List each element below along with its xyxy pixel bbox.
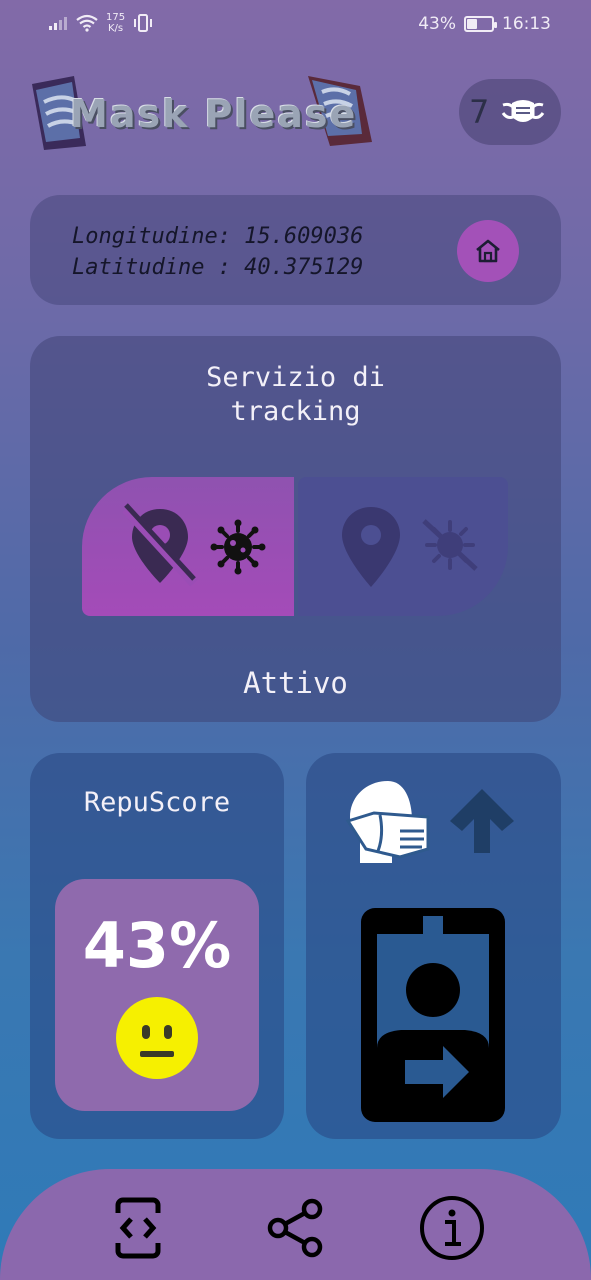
repuscore-card: RepuScore 43%: [30, 753, 284, 1139]
repuscore-title: RepuScore: [83, 787, 231, 818]
mask-action-card: [306, 753, 561, 1139]
vibrate-icon: [134, 14, 153, 32]
battery-percent: 43%: [418, 14, 456, 34]
info-icon: [420, 1196, 484, 1260]
arrow-up-icon[interactable]: [446, 785, 518, 855]
app-logo: Mask Please: [30, 72, 375, 152]
share-button[interactable]: [260, 1193, 330, 1263]
battery-icon: [464, 16, 497, 32]
virus-off-icon: [422, 519, 478, 571]
coordinates-card: Longitudine: 15.609036 Latitudine : 40.3…: [30, 195, 561, 305]
masked-person-icon[interactable]: [344, 779, 430, 865]
home-icon: [476, 239, 500, 263]
network-speed: 175 K/s: [106, 12, 126, 34]
neutral-face-icon: [116, 997, 198, 1079]
location-off-icon: [122, 503, 198, 587]
repuscore-value: 43%: [82, 909, 232, 982]
tracking-status: Attivo: [243, 666, 348, 700]
developer-mode-button[interactable]: [103, 1193, 173, 1263]
tracking-toggle-active-option[interactable]: [82, 477, 294, 616]
info-button[interactable]: [417, 1193, 487, 1263]
badge-exit-icon[interactable]: [361, 908, 505, 1122]
tracking-toggle-inactive-option[interactable]: [298, 477, 508, 616]
mask-counter[interactable]: 7: [459, 79, 561, 145]
home-button[interactable]: [457, 220, 519, 282]
tracking-toggle[interactable]: [82, 477, 508, 616]
tracking-title: Servizio di tracking: [206, 362, 385, 427]
signal-icon: [49, 17, 67, 30]
latitude-text: Latitudine : 40.375129: [72, 255, 364, 280]
virus-icon: [210, 519, 266, 575]
logo-text: Mask Please: [70, 92, 358, 136]
share-icon: [267, 1198, 323, 1258]
repuscore-box: 43%: [55, 879, 259, 1111]
clock: 16:13: [502, 14, 551, 34]
longitude-text: Longitudine: 15.609036: [72, 224, 364, 249]
location-icon: [342, 507, 400, 587]
bottom-navigation: [0, 1169, 591, 1280]
mask-count: 7: [469, 93, 490, 131]
wifi-icon: [76, 14, 98, 32]
status-bar: 175 K/s 43% 16:13: [0, 0, 591, 50]
developer-mode-icon: [115, 1197, 161, 1259]
mask-icon: [502, 100, 545, 122]
tracking-service-card: Servizio di tracking Attivo: [30, 336, 561, 722]
